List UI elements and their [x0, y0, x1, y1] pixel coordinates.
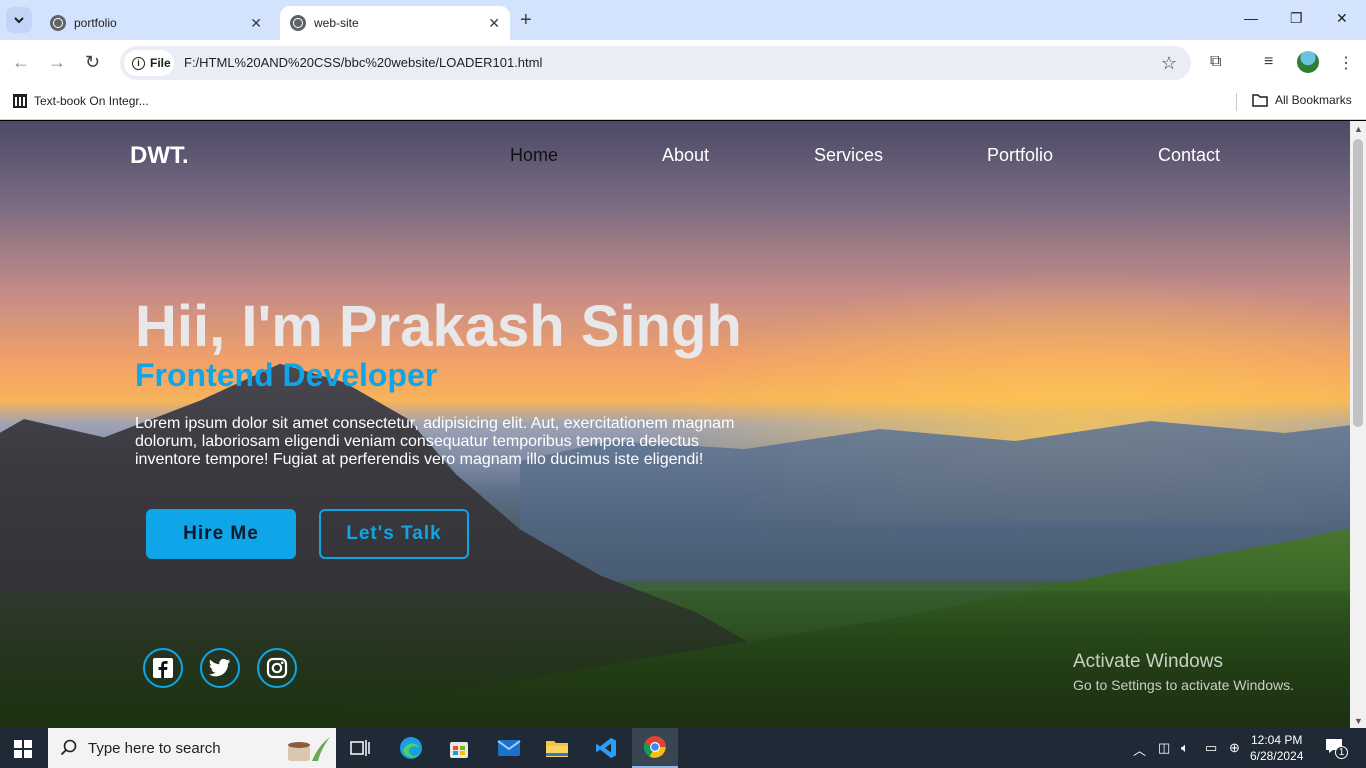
file-explorer-app[interactable] — [534, 728, 580, 768]
vscode-app[interactable] — [583, 728, 629, 768]
instagram-link[interactable] — [257, 648, 297, 688]
chrome-icon — [643, 736, 666, 758]
store-app[interactable] — [436, 728, 482, 768]
watermark-title: Activate Windows — [1073, 651, 1223, 672]
bookmarks-divider — [1236, 93, 1237, 111]
notification-count-badge: 1 — [1335, 746, 1348, 759]
site-info-chip[interactable]: i File — [124, 50, 174, 76]
twitter-icon — [209, 658, 231, 677]
notification-center-button[interactable]: 1 — [1325, 738, 1348, 759]
twitter-link[interactable] — [200, 648, 240, 688]
task-view-button[interactable] — [337, 728, 383, 768]
volume-icon[interactable]: 🔈︎ — [1181, 740, 1189, 756]
profile-avatar[interactable] — [1297, 51, 1319, 73]
close-tab-icon[interactable]: ✕ — [488, 15, 500, 31]
windows-taskbar: Type here to search ︿ ◫ 🔈︎ ▭ ⊕ 12:04 PM … — [0, 728, 1366, 768]
facebook-icon — [153, 658, 173, 678]
hero-title: Hii, I'm Prakash Singh — [135, 294, 742, 359]
extensions-icon[interactable]: ⧉ — [1210, 53, 1221, 71]
search-highlight-icon — [288, 737, 330, 761]
forward-button[interactable]: → — [48, 52, 66, 72]
nav-home[interactable]: Home — [510, 145, 558, 166]
vscode-icon — [596, 738, 616, 758]
mail-icon — [497, 740, 521, 756]
menu-icon[interactable]: ⋮ — [1338, 53, 1354, 73]
activate-windows-watermark: Activate Windows Go to Settings to activ… — [1073, 651, 1294, 693]
hire-me-button[interactable]: Hire Me — [146, 509, 296, 559]
tab-title: web-site — [314, 16, 359, 30]
globe-icon — [50, 15, 66, 31]
search-placeholder: Type here to search — [88, 739, 221, 757]
search-icon — [60, 739, 77, 756]
bookmark-item[interactable]: Text-book On Integr... — [12, 93, 149, 109]
watermark-subtitle: Go to Settings to activate Windows. — [1073, 677, 1294, 693]
tab-strip: portfolio ✕ web-site ✕ + — ❐ ✕ — [0, 0, 1366, 40]
nav-contact[interactable]: Contact — [1158, 145, 1220, 166]
tab-portfolio[interactable]: portfolio ✕ — [40, 6, 272, 40]
bookmarks-bar: Text-book On Integr... All Bookmarks — [0, 86, 1366, 120]
start-button[interactable] — [14, 740, 32, 758]
url-text[interactable]: F:/HTML%20AND%20CSS/bbc%20website/LOADER… — [184, 55, 542, 70]
hero-description: Lorem ipsum dolor sit amet consectetur, … — [135, 415, 735, 468]
close-window-button[interactable]: ✕ — [1336, 10, 1348, 27]
library-icon — [13, 94, 27, 108]
tab-web-site[interactable]: web-site ✕ — [280, 6, 510, 40]
info-icon: i — [132, 56, 145, 70]
chevron-down-icon — [14, 17, 24, 24]
nav-services[interactable]: Services — [814, 145, 883, 166]
site-info-label: File — [150, 56, 171, 70]
all-bookmarks-label: All Bookmarks — [1275, 93, 1352, 107]
battery-icon[interactable]: ▭ — [1205, 740, 1217, 756]
site-logo[interactable]: DWT. — [130, 142, 189, 170]
meet-now-icon[interactable]: ◫ — [1158, 740, 1170, 756]
back-button[interactable]: ← — [12, 52, 30, 72]
taskbar-clock[interactable]: 12:04 PM 6/28/2024 — [1250, 732, 1303, 764]
close-tab-icon[interactable]: ✕ — [250, 15, 262, 31]
nav-about[interactable]: About — [662, 145, 709, 166]
tab-title: portfolio — [74, 16, 117, 30]
clock-time: 12:04 PM — [1251, 733, 1303, 747]
scroll-down-icon[interactable]: ▼ — [1354, 716, 1363, 726]
task-view-icon — [350, 740, 370, 756]
minimize-button[interactable]: — — [1244, 10, 1258, 26]
bookmark-star-icon[interactable]: ☆ — [1161, 53, 1177, 74]
new-tab-button[interactable]: + — [520, 10, 532, 30]
facebook-link[interactable] — [143, 648, 183, 688]
lets-talk-button[interactable]: Let's Talk — [319, 509, 469, 559]
reload-button[interactable]: ↻ — [85, 52, 100, 72]
media-controls-icon[interactable]: ≡ — [1264, 53, 1273, 71]
all-bookmarks-button[interactable]: All Bookmarks — [1252, 93, 1352, 107]
tab-search-button[interactable] — [6, 7, 32, 33]
hero-subtitle: Frontend Developer — [135, 357, 438, 393]
clock-date: 6/28/2024 — [1250, 749, 1304, 763]
edge-icon — [400, 737, 422, 759]
globe-icon — [290, 15, 306, 31]
scroll-up-icon[interactable]: ▲ — [1354, 124, 1363, 134]
instagram-icon — [266, 657, 288, 679]
show-hidden-icons[interactable]: ︿ — [1133, 740, 1146, 759]
folder-icon — [546, 741, 568, 757]
folder-icon — [1252, 94, 1268, 107]
taskbar-search[interactable]: Type here to search — [48, 728, 336, 768]
address-bar[interactable]: i File F:/HTML%20AND%20CSS/bbc%20website… — [120, 46, 1191, 80]
network-icon[interactable]: ⊕ — [1229, 740, 1240, 756]
restore-button[interactable]: ❐ — [1290, 10, 1303, 27]
bookmark-label: Text-book On Integr... — [34, 94, 149, 108]
edge-app[interactable] — [388, 728, 434, 768]
nav-portfolio[interactable]: Portfolio — [987, 145, 1053, 166]
web-page: DWT. Home About Services Portfolio Conta… — [0, 121, 1350, 728]
page-scrollbar[interactable]: ▲ ▼ — [1350, 121, 1366, 728]
chrome-app[interactable] — [632, 728, 678, 768]
scroll-thumb[interactable] — [1353, 139, 1363, 427]
browser-toolbar: ← → ↻ i File F:/HTML%20AND%20CSS/bbc%20w… — [0, 40, 1366, 86]
store-icon — [450, 742, 468, 758]
mail-app[interactable] — [486, 728, 532, 768]
